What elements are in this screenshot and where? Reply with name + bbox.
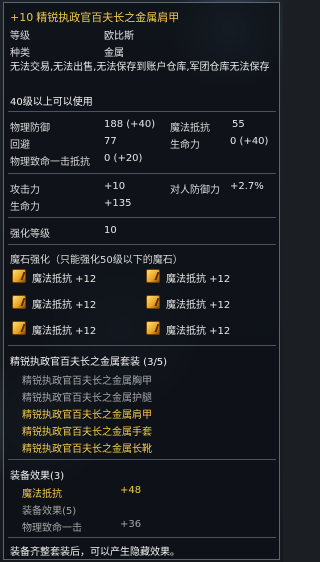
stat-value-mres: 55 bbox=[232, 119, 245, 130]
stat-label-pdef: 物理防御 bbox=[10, 123, 50, 134]
level-requirement: 40级以上可以使用 bbox=[10, 97, 93, 108]
footer-note: 装备齐整套装后，可以产生隐藏效果。 bbox=[10, 547, 180, 558]
stat-value-hp: 0 (+40) bbox=[230, 136, 269, 147]
divider bbox=[8, 459, 276, 460]
manastone-slot-text: 魔法抵抗 +12 bbox=[166, 326, 231, 337]
stat-value-crit-resist: 0 (+20) bbox=[104, 153, 143, 164]
enchant-value: 10 bbox=[104, 225, 117, 236]
bonus-label-attack: 攻击力 bbox=[10, 185, 40, 196]
manastone-icon[interactable] bbox=[12, 321, 26, 335]
item-name: 精锐执政官百夫长之金属肩甲 bbox=[36, 11, 180, 24]
bonus-label-hp: 生命力 bbox=[10, 202, 40, 213]
manastone-icon[interactable] bbox=[146, 295, 160, 309]
divider bbox=[8, 217, 276, 218]
stat-value-pdef: 188 (+40) bbox=[104, 119, 156, 130]
info-label-level: 等级 bbox=[10, 31, 30, 42]
set-effect-title: 装备效果(3) bbox=[10, 471, 65, 482]
stat-label-crit-resist: 物理致命一击抵抗 bbox=[10, 157, 90, 168]
set-title: 精锐执政官百夫长之金属套装 (3/5) bbox=[10, 357, 168, 368]
stat-label-evasion: 回避 bbox=[10, 140, 30, 151]
divider bbox=[8, 173, 276, 174]
divider bbox=[8, 111, 276, 112]
set-item-owned: 精锐执政官百夫长之金属长靴 bbox=[22, 444, 152, 455]
manastone-slot-text: 魔法抵抗 +12 bbox=[166, 274, 231, 285]
bonus-value-pvp-def: +2.7% bbox=[230, 181, 264, 192]
set-effect-value-5: +36 bbox=[120, 519, 142, 530]
set-effect-title-5: 装备效果(5) bbox=[22, 506, 77, 517]
manastone-icon[interactable] bbox=[146, 321, 160, 335]
bonus-value-hp: +135 bbox=[104, 198, 132, 209]
item-title: +10 精锐执政官百夫长之金属肩甲 bbox=[10, 9, 179, 25]
set-item-missing: 精锐执政官百夫长之金属护腿 bbox=[22, 393, 152, 404]
manastone-slot-text: 魔法抵抗 +12 bbox=[32, 300, 97, 311]
manastone-icon[interactable] bbox=[146, 269, 160, 283]
divider bbox=[8, 537, 276, 538]
item-tooltip: +10 精锐执政官百夫长之金属肩甲 等级 欧比斯 种类 金属 无法交易,无法出售,… bbox=[3, 2, 280, 560]
set-item-owned: 精锐执政官百夫长之金属肩甲 bbox=[22, 410, 152, 421]
divider bbox=[8, 345, 276, 346]
set-effect-label: 魔法抵抗 bbox=[22, 489, 62, 500]
enchant-label: 强化等级 bbox=[10, 229, 50, 240]
bonus-label-pvp-def: 对人防御力 bbox=[170, 185, 220, 196]
set-item-missing: 精锐执政官百夫长之金属胸甲 bbox=[22, 376, 152, 387]
stat-value-evasion: 77 bbox=[104, 136, 117, 147]
set-effect-label-5: 物理致命一击 bbox=[22, 523, 82, 534]
manastone-icon[interactable] bbox=[12, 269, 26, 283]
set-effect-value: +48 bbox=[120, 485, 142, 496]
enhance-level: +10 bbox=[10, 11, 34, 24]
bonus-value-attack: +10 bbox=[104, 181, 126, 192]
manastone-slot-text: 魔法抵抗 +12 bbox=[166, 300, 231, 311]
restriction-text: 无法交易,无法出售,无法保存到账户仓库,军团仓库无法保存 bbox=[10, 62, 270, 73]
stat-label-hp: 生命力 bbox=[170, 140, 200, 151]
manastone-slot-text: 魔法抵抗 +12 bbox=[32, 326, 97, 337]
manastone-title: 魔石强化（只能强化50级以下的魔石） bbox=[10, 255, 183, 266]
divider bbox=[8, 244, 276, 245]
stat-label-mres: 魔法抵抗 bbox=[170, 123, 210, 134]
info-value-level: 欧比斯 bbox=[104, 31, 134, 42]
info-label-type: 种类 bbox=[10, 48, 30, 59]
set-item-owned: 精锐执政官百夫长之金属手套 bbox=[22, 427, 152, 438]
manastone-slot-text: 魔法抵抗 +12 bbox=[32, 274, 97, 285]
info-value-type: 金属 bbox=[104, 48, 124, 59]
manastone-icon[interactable] bbox=[12, 295, 26, 309]
